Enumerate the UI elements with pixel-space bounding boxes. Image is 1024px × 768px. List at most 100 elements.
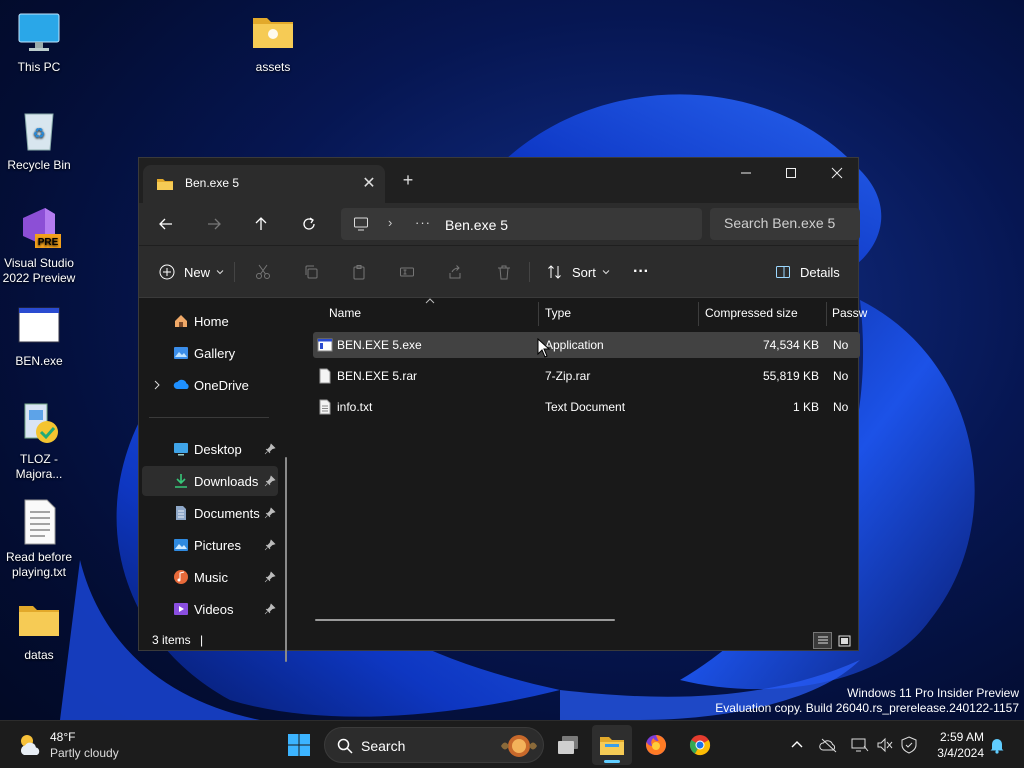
network-tray-button[interactable] xyxy=(849,734,871,756)
desktop-icon-label: BEN.exe xyxy=(15,354,63,368)
tab-ben-exe-5[interactable]: Ben.exe 5 ✕ xyxy=(143,165,385,203)
column-header-compressed-size[interactable]: Compressed size xyxy=(705,306,798,320)
tab-close-button[interactable]: ✕ xyxy=(359,173,379,193)
scissors-icon xyxy=(256,264,270,279)
search-input[interactable] xyxy=(724,215,854,231)
monitor-icon xyxy=(353,216,369,237)
firefox-taskbar-button[interactable] xyxy=(636,725,676,765)
notifications-button[interactable] xyxy=(986,734,1008,756)
sidebar-item-downloads[interactable]: Downloads xyxy=(142,466,278,496)
more-label: ··· xyxy=(633,263,649,280)
weather-description: Partly cloudy xyxy=(50,746,119,760)
show-hidden-icons-button[interactable] xyxy=(786,734,808,756)
desktop-icon-label: Read before playing.txt xyxy=(5,550,73,579)
desktop-icon-assets[interactable]: assets xyxy=(234,8,312,75)
security-tray-button[interactable] xyxy=(898,734,920,756)
onedrive-tray-button[interactable] xyxy=(818,734,840,756)
forward-button[interactable] xyxy=(198,209,230,239)
column-divider[interactable] xyxy=(826,302,827,326)
file-row-ben-exe-5-rar[interactable]: BEN.EXE 5.rar 7-Zip.rar 55,819 KB No xyxy=(313,363,860,389)
close-button[interactable] xyxy=(814,158,860,188)
column-divider[interactable] xyxy=(698,302,699,326)
refresh-button[interactable] xyxy=(293,209,325,239)
desktop-icon-read-before[interactable]: Read before playing.txt xyxy=(0,498,78,580)
volume-tray-button[interactable] xyxy=(874,734,896,756)
music-icon xyxy=(173,569,189,588)
desktop-icon-recycle-bin[interactable]: ♻ Recycle Bin xyxy=(0,106,78,173)
desktop-icon-tloz[interactable]: TLOZ - Majora... xyxy=(0,400,78,482)
share-button[interactable] xyxy=(447,258,463,286)
file-type: Text Document xyxy=(545,400,626,414)
chevron-right-icon[interactable] xyxy=(152,379,162,394)
file-explorer-taskbar-button[interactable] xyxy=(592,725,632,765)
details-view-button[interactable] xyxy=(813,632,832,649)
more-options-button[interactable]: ··· xyxy=(633,258,649,286)
tiles-view-button[interactable] xyxy=(835,632,854,649)
home-icon xyxy=(173,313,189,332)
sidebar-item-videos[interactable]: Videos xyxy=(142,594,278,624)
paste-button[interactable] xyxy=(351,258,367,286)
sort-button[interactable]: Sort xyxy=(547,258,611,286)
sidebar-item-label: OneDrive xyxy=(194,378,249,393)
address-bar[interactable]: › ··· Ben.exe 5 xyxy=(341,208,702,240)
minimize-button[interactable] xyxy=(723,158,769,188)
navigation-bar: › ··· Ben.exe 5 xyxy=(139,203,860,245)
new-label: New xyxy=(184,264,211,280)
up-button[interactable] xyxy=(245,209,277,239)
text-file-icon xyxy=(15,498,63,546)
taskbar-clock[interactable]: 2:59 AM 3/4/2024 xyxy=(928,729,984,761)
horizontal-scrollbar[interactable] xyxy=(315,619,615,621)
new-tab-button[interactable]: + xyxy=(397,171,419,189)
file-row-info-txt[interactable]: info.txt Text Document 1 KB No xyxy=(313,394,860,420)
file-row-ben-exe-5-exe[interactable]: BEN.EXE 5.exe Application 74,534 KB No xyxy=(313,332,860,358)
breadcrumb-overflow-button[interactable]: ··· xyxy=(415,215,431,230)
delete-button[interactable] xyxy=(496,258,512,286)
column-header-name[interactable]: Name xyxy=(329,306,361,320)
details-pane-button[interactable]: Details xyxy=(775,258,840,286)
breadcrumb-current[interactable]: Ben.exe 5 xyxy=(445,217,508,233)
back-button[interactable] xyxy=(150,209,182,239)
file-name: info.txt xyxy=(337,400,373,414)
details-label: Details xyxy=(800,264,840,280)
desktop-icon-this-pc[interactable]: This PC xyxy=(0,8,78,75)
rename-button[interactable] xyxy=(399,258,415,286)
sort-label: Sort xyxy=(572,264,596,280)
taskbar-search[interactable]: Search xyxy=(324,727,544,763)
sidebar-item-onedrive[interactable]: OneDrive xyxy=(142,370,278,400)
breadcrumb-separator: › xyxy=(388,215,393,230)
sidebar-item-music[interactable]: Music xyxy=(142,562,278,592)
file-password: No xyxy=(833,338,849,352)
folder-icon xyxy=(156,176,174,197)
desktop-icon-visual-studio[interactable]: PRE Visual Studio 2022 Preview xyxy=(0,204,78,286)
new-button[interactable]: New xyxy=(159,258,225,286)
onedrive-icon xyxy=(173,377,191,394)
desktop-icon-ben-exe[interactable]: BEN.exe xyxy=(0,302,78,369)
maximize-button[interactable] xyxy=(768,158,814,188)
column-header-type[interactable]: Type xyxy=(545,306,571,320)
start-button[interactable] xyxy=(279,725,319,765)
file-type: Application xyxy=(545,338,604,352)
onedrive-offline-icon xyxy=(819,738,837,753)
status-bar: 3 items | xyxy=(139,630,858,652)
sidebar-item-label: Desktop xyxy=(194,442,242,457)
cut-button[interactable] xyxy=(255,258,271,286)
sidebar-item-documents[interactable]: Documents xyxy=(142,498,278,528)
details-view-icon xyxy=(817,636,828,644)
desktop-icon-label: assets xyxy=(255,60,291,74)
column-header-password[interactable]: Passw xyxy=(832,306,867,320)
recycle-bin-icon: ♻ xyxy=(15,106,63,154)
chrome-taskbar-button[interactable] xyxy=(680,725,720,765)
copy-button[interactable] xyxy=(303,258,319,286)
sidebar-item-home[interactable]: Home xyxy=(142,306,278,336)
sidebar-item-gallery[interactable]: Gallery xyxy=(142,338,278,368)
network-icon xyxy=(851,738,869,752)
sidebar-item-pictures[interactable]: Pictures xyxy=(142,530,278,560)
weather-widget[interactable]: 48°F Partly cloudy xyxy=(16,729,146,763)
sidebar-item-desktop[interactable]: Desktop xyxy=(142,434,278,464)
desktop-icon-datas[interactable]: datas xyxy=(0,596,78,663)
file-name: BEN.EXE 5.exe xyxy=(337,338,422,352)
task-view-button[interactable] xyxy=(548,725,588,765)
search-box[interactable] xyxy=(710,208,860,240)
sort-icon xyxy=(548,265,561,279)
column-divider[interactable] xyxy=(538,302,539,326)
